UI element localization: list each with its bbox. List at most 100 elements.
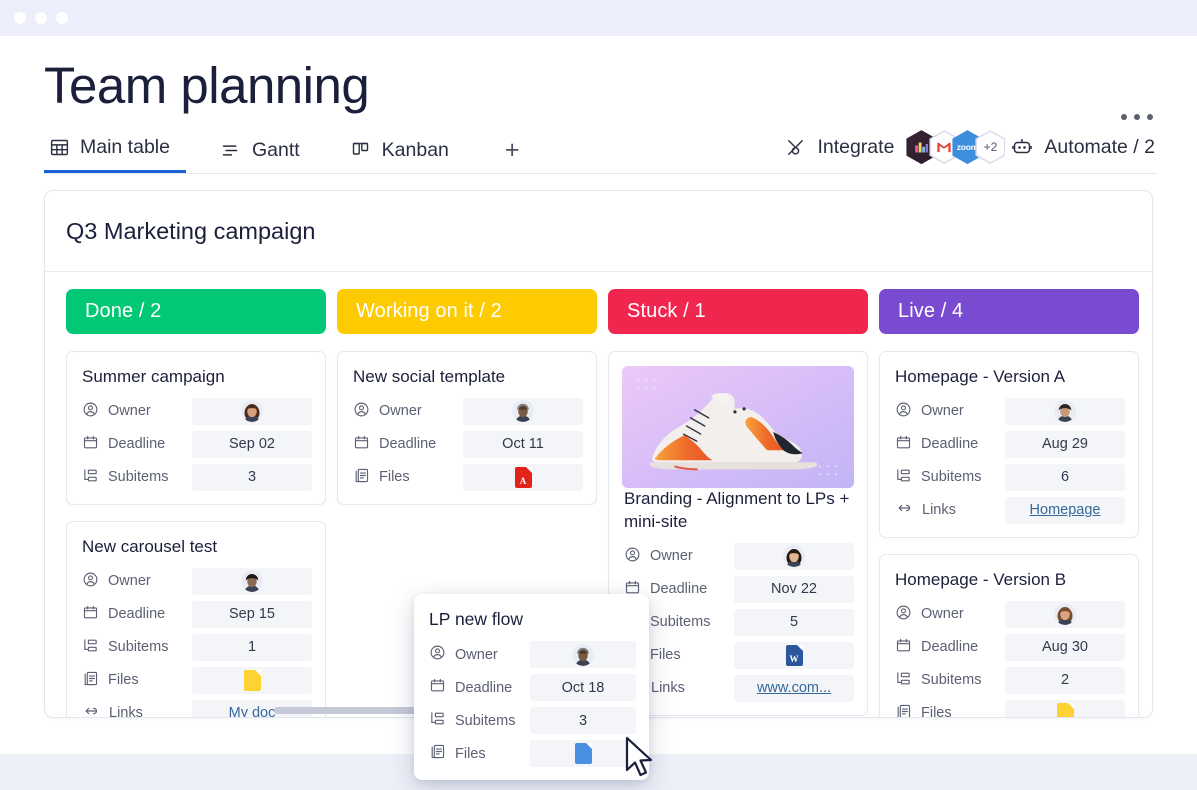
field-label-text: Deadline xyxy=(108,606,165,622)
view-tabs: Main table Gantt xyxy=(44,130,530,173)
integrate-button[interactable]: Integrate xyxy=(784,136,894,159)
person-icon xyxy=(82,571,99,592)
kanban-card[interactable]: Homepage - Version A Owner Deadline Aug … xyxy=(879,351,1139,538)
automate-button[interactable]: Automate / 2 xyxy=(1010,135,1155,159)
page-title: Team planning xyxy=(44,58,1157,113)
tab-main-table[interactable]: Main table xyxy=(44,130,186,173)
card-field-row: Files xyxy=(893,700,1125,718)
field-link[interactable]: www.com... xyxy=(757,680,831,696)
field-value[interactable]: Sep 02 xyxy=(192,431,312,458)
field-label: Deadline xyxy=(893,434,1005,455)
field-link[interactable]: Homepage xyxy=(1030,502,1101,518)
field-label: Files xyxy=(351,467,463,488)
field-label-text: Subitems xyxy=(108,469,168,485)
field-label: Owner xyxy=(80,401,192,422)
column-title: Working on it / 2 xyxy=(356,300,502,323)
field-value[interactable] xyxy=(1005,700,1125,718)
field-value[interactable]: 6 xyxy=(1005,464,1125,491)
field-value[interactable]: 1 xyxy=(192,634,312,661)
field-value[interactable]: www.com... xyxy=(734,675,854,702)
integrate-label: Integrate xyxy=(817,136,894,159)
file-blue-word[interactable]: W xyxy=(786,645,803,666)
column-header[interactable]: Working on it / 2 xyxy=(337,289,597,334)
card-title: Branding - Alignment to LPs + mini-site xyxy=(622,488,854,534)
field-value-text: Sep 02 xyxy=(229,436,275,452)
field-label-text: Subitems xyxy=(650,614,710,630)
tab-label: Kanban xyxy=(382,139,449,162)
field-label-text: Links xyxy=(922,502,956,518)
avatar[interactable] xyxy=(241,400,263,422)
field-label-text: Links xyxy=(109,705,143,718)
tab-gantt[interactable]: Gantt xyxy=(216,133,316,173)
avatar[interactable] xyxy=(241,570,263,592)
board-more-menu-button[interactable] xyxy=(1121,114,1153,120)
kanban-card[interactable]: Summer campaign Owner Deadline Sep 02 xyxy=(66,351,326,505)
card-title: Homepage - Version B xyxy=(893,569,1125,592)
card-field-row: Subitems 6 xyxy=(893,464,1125,491)
column-header[interactable]: Live / 4 xyxy=(879,289,1139,334)
field-label: Deadline xyxy=(427,677,530,698)
avatar[interactable] xyxy=(572,644,594,666)
field-value[interactable]: W xyxy=(734,642,854,669)
integration-more-count[interactable]: +2 xyxy=(975,130,1005,164)
column-header[interactable]: Stuck / 1 xyxy=(608,289,868,334)
kanban-column: Live / 4 Homepage - Version A Owner Dea xyxy=(879,289,1139,718)
card-title: New social template xyxy=(351,366,583,389)
field-value[interactable]: 3 xyxy=(530,707,636,734)
column-header[interactable]: Done / 2 xyxy=(66,289,326,334)
card-field-row: Owner xyxy=(622,543,854,570)
window-close-dot[interactable] xyxy=(14,12,26,24)
file-yellow-doc[interactable] xyxy=(244,670,261,691)
field-value[interactable]: Oct 18 xyxy=(530,674,636,701)
tab-kanban[interactable]: Kanban xyxy=(346,133,465,173)
window-maximize-dot[interactable] xyxy=(56,12,68,24)
field-label-text: Subitems xyxy=(455,713,515,729)
kanban-card[interactable]: New social template Owner Deadline Oct 1… xyxy=(337,351,597,505)
field-value[interactable]: A xyxy=(463,464,583,491)
field-value[interactable] xyxy=(734,543,854,570)
add-view-button[interactable]: + xyxy=(495,138,530,173)
field-value-text: Nov 22 xyxy=(771,581,817,597)
avatar[interactable] xyxy=(783,545,805,567)
field-value[interactable]: 2 xyxy=(1005,667,1125,694)
window-minimize-dot[interactable] xyxy=(35,12,47,24)
person-icon xyxy=(82,401,99,422)
view-tabs-row: Main table Gantt xyxy=(44,130,1157,174)
field-label: Subitems xyxy=(80,637,192,658)
integrations-avatar-stack[interactable]: zoom +2 xyxy=(906,130,998,164)
field-value[interactable]: 3 xyxy=(192,464,312,491)
field-value[interactable]: Aug 30 xyxy=(1005,634,1125,661)
field-link[interactable]: My doc xyxy=(229,705,276,718)
field-label-text: Owner xyxy=(108,573,151,589)
field-value[interactable] xyxy=(192,568,312,595)
avatar[interactable] xyxy=(1054,400,1076,422)
card-image[interactable] xyxy=(622,366,854,488)
field-label: Subitems xyxy=(427,710,530,731)
avatar[interactable] xyxy=(512,400,534,422)
field-label-text: Owner xyxy=(650,548,693,564)
file-red-pdf[interactable]: A xyxy=(515,467,532,488)
field-value[interactable]: Sep 15 xyxy=(192,601,312,628)
files-icon xyxy=(82,670,99,691)
field-label: Deadline xyxy=(80,604,192,625)
avatar[interactable] xyxy=(1054,603,1076,625)
file-yellow-doc[interactable] xyxy=(1057,703,1074,718)
kanban-card[interactable]: New carousel test Owner Deadline Sep 15 xyxy=(66,521,326,718)
card-field-row: Owner xyxy=(427,641,636,668)
field-value[interactable]: Nov 22 xyxy=(734,576,854,603)
field-value[interactable]: Oct 11 xyxy=(463,431,583,458)
field-value[interactable] xyxy=(1005,601,1125,628)
field-value[interactable]: Homepage xyxy=(1005,497,1125,524)
field-value[interactable]: Aug 29 xyxy=(1005,431,1125,458)
field-value[interactable] xyxy=(463,398,583,425)
kebab-dot xyxy=(1121,114,1127,120)
field-value[interactable] xyxy=(1005,398,1125,425)
field-value[interactable] xyxy=(192,398,312,425)
kebab-dot xyxy=(1147,114,1153,120)
field-value[interactable]: 5 xyxy=(734,609,854,636)
dragged-card-lp-new-flow[interactable]: LP new flow Owner Deadline Oct 18 Subi xyxy=(414,594,649,780)
kanban-card[interactable]: Homepage - Version B Owner Deadline Aug … xyxy=(879,554,1139,718)
field-value[interactable] xyxy=(530,641,636,668)
field-value[interactable] xyxy=(192,667,312,694)
files-icon xyxy=(895,703,912,718)
